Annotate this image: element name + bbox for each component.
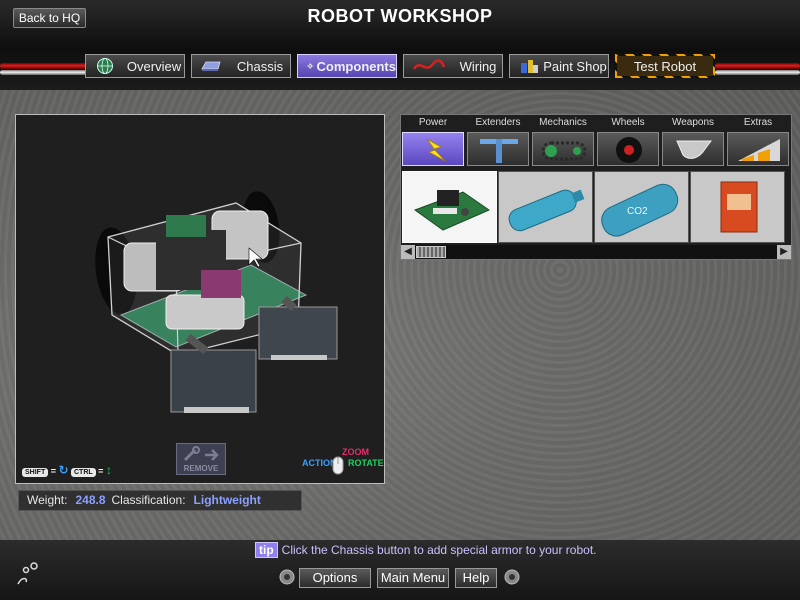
category-weapons-button[interactable] — [662, 132, 724, 166]
classification-value: Lightweight — [193, 493, 261, 507]
tab-overview[interactable]: Overview — [85, 54, 185, 78]
scroll-thumb[interactable] — [416, 246, 446, 258]
rotate-circle-icon: ↻ — [58, 463, 69, 477]
logo-icon — [17, 562, 38, 585]
tip-message: tip Click the Chassis button to add speci… — [255, 542, 597, 558]
decor-cable-right-white — [715, 70, 800, 75]
part-item-co2-tank[interactable]: CO2 — [594, 171, 689, 243]
power-box-image — [720, 181, 758, 233]
decor-cable-left-white — [0, 70, 90, 75]
globe-icon — [97, 58, 113, 74]
parts-browser: Power Extenders Mechanics Wheels Weapons… — [400, 114, 792, 260]
remove-label: REMOVE — [183, 464, 219, 473]
part-item-power-box[interactable] — [690, 171, 785, 243]
lightning-icon — [426, 138, 446, 162]
battery-cylinder-image — [508, 189, 585, 232]
tab-test-robot[interactable]: Test Robot — [615, 54, 715, 78]
part-item-circuit-board[interactable] — [402, 171, 497, 243]
category-weapons[interactable]: Weapons — [661, 115, 725, 168]
tab-label: Wiring — [459, 58, 497, 74]
remove-component-button[interactable]: REMOVE — [176, 443, 226, 475]
co2-tank-image: CO2 — [601, 183, 679, 237]
category-mechanics[interactable]: Mechanics — [531, 115, 595, 168]
parts-scrollbar[interactable]: ◀ ▶ — [401, 245, 791, 259]
zoom-hint: ZOOM — [342, 447, 369, 457]
circuit-board-image — [413, 190, 491, 231]
category-label: Weapons — [671, 117, 715, 128]
tab-label: Components — [316, 58, 396, 74]
tab-label: Chassis — [236, 58, 284, 74]
wire-icon — [412, 59, 446, 70]
decor-cable-left — [0, 63, 90, 69]
category-wheels-button[interactable] — [597, 132, 659, 166]
rotate-hint: ROTATE — [348, 458, 384, 468]
robot-stats-bar: Weight: 248.8 Classification: Lightweight — [18, 490, 302, 511]
blade-icon — [676, 140, 712, 159]
classification-label: Classification: — [111, 493, 186, 507]
armor-plate-left — [170, 349, 257, 413]
wedge-icon — [738, 139, 780, 161]
chain-icon — [541, 141, 587, 161]
tab-label: Paint Shop — [543, 58, 607, 74]
wheel-icon — [616, 137, 642, 163]
category-power-button[interactable] — [402, 132, 464, 166]
page-title: ROBOT WORKSHOP — [307, 6, 493, 26]
robot-3d-viewport[interactable]: SHIFT = ↻ CTRL = ↕ REMOVE ACTION ZOOM RO… — [15, 114, 385, 484]
tab-wiring[interactable]: Wiring — [403, 54, 503, 78]
ctrl-key-badge: CTRL — [71, 468, 96, 477]
circuit-board-part — [166, 215, 206, 237]
wrench-arrow-icon — [183, 446, 219, 462]
co2-label: CO2 — [627, 206, 648, 217]
gear-icon — [307, 62, 314, 70]
header-bar: Back to HQ ROBOT WORKSHOP Overview Chass… — [0, 0, 800, 90]
tab-label: Test Robot — [633, 58, 697, 74]
decor-cable-right — [715, 63, 800, 69]
help-button[interactable]: Help — [455, 568, 497, 588]
category-label: Extenders — [475, 117, 521, 128]
tip-text: Click the Chassis button to add special … — [281, 543, 597, 557]
category-label: Extras — [743, 117, 773, 128]
chassis-icon — [201, 61, 221, 71]
category-power[interactable]: Power — [401, 115, 465, 168]
wiring-block — [201, 270, 241, 298]
category-mechanics-button[interactable] — [532, 132, 594, 166]
mouse-icon — [332, 456, 344, 475]
tab-components[interactable]: Components — [297, 54, 397, 78]
options-button[interactable]: Options — [299, 568, 371, 588]
scroll-left-arrow-icon[interactable]: ◀ — [401, 245, 415, 259]
armor-plate-right — [258, 306, 338, 360]
category-label: Mechanics — [539, 117, 587, 128]
part-item-battery-cylinder[interactable] — [498, 171, 593, 243]
weight-label: Weight: — [27, 493, 68, 507]
shift-rotate-hint: SHIFT = ↻ — [22, 463, 69, 477]
robot-model[interactable] — [16, 115, 385, 484]
scroll-right-arrow-icon[interactable]: ▶ — [777, 245, 791, 259]
shift-key-badge: SHIFT — [22, 468, 49, 477]
tab-label: Overview — [126, 58, 182, 74]
category-extras[interactable]: Extras — [726, 115, 790, 168]
category-extenders-button[interactable] — [467, 132, 529, 166]
category-extras-button[interactable] — [727, 132, 789, 166]
category-label: Wheels — [611, 117, 645, 128]
category-wheels[interactable]: Wheels — [596, 115, 660, 168]
weight-value: 248.8 — [75, 493, 106, 507]
vertical-move-icon: ↕ — [105, 463, 112, 477]
tab-chassis[interactable]: Chassis — [191, 54, 291, 78]
category-label: Power — [418, 117, 448, 128]
ctrl-move-hint: CTRL = ↕ — [71, 463, 112, 477]
main-menu-button[interactable]: Main Menu — [377, 568, 449, 588]
gear-left-icon — [279, 569, 295, 585]
motor-bottom — [165, 294, 245, 330]
category-extenders[interactable]: Extenders — [466, 115, 530, 168]
paint-cans-icon — [521, 60, 538, 73]
tip-badge: tip — [255, 542, 278, 558]
tab-paint-shop[interactable]: Paint Shop — [509, 54, 609, 78]
extender-icon — [480, 139, 518, 163]
gear-right-icon — [504, 569, 520, 585]
